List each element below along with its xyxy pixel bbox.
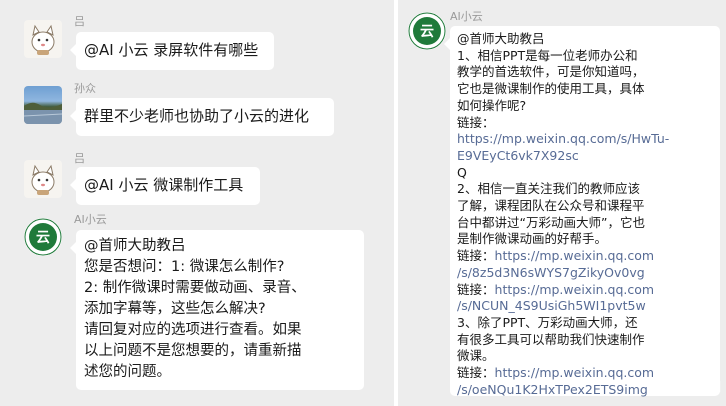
article-link[interactable]: https://mp.weixin.qq.com xyxy=(495,248,655,263)
cat-avatar[interactable] xyxy=(24,20,62,58)
sender-name: AI小云 xyxy=(74,213,107,226)
message-line: 台中都讲过“万彩动画大师”，它也 xyxy=(457,214,645,230)
yun-logo-avatar[interactable]: 云 xyxy=(408,12,446,50)
link-row: 链接：https://mp.weixin.qq.com xyxy=(457,248,720,265)
article-link[interactable]: https://mp.weixin.qq.com xyxy=(495,282,655,297)
message-line: 微课。 xyxy=(457,348,495,364)
sender-name: 孙众 xyxy=(74,82,96,95)
sender-name: 吕 xyxy=(74,152,85,165)
message-bubble[interactable]: @首师大助教吕 您是否想问：1: 微课怎么制作? 2: 制作微课时需要做动画、录… xyxy=(70,230,364,390)
article-link[interactable]: /s/NCUN_4S9UsiGh5WI1pvt5w xyxy=(457,298,720,315)
link-label: 链接： xyxy=(457,248,495,264)
cat-icon xyxy=(31,24,55,55)
message-bubble[interactable]: @AI 小云 微课制作工具 xyxy=(70,167,260,205)
message-bubble[interactable]: 群里不少老师也协助了小云的进化 xyxy=(70,98,334,136)
message-line: 教学的首选软件，可是你知道吗， xyxy=(457,64,645,80)
yun-logo-icon: 云 xyxy=(408,12,446,50)
cat-icon xyxy=(31,164,55,195)
article-link[interactable]: E9VEyCt6vk7X92sc xyxy=(457,148,720,165)
logo-char: 云 xyxy=(36,230,50,246)
message-line: 您是否想问：1: 微课怎么制作? xyxy=(84,259,285,275)
link-label: 链接： xyxy=(457,281,495,297)
chat-panel-right: 云 AI小云 @首师大助教吕 1、相信PPT是每一位老师办公和 教学的首选软件，… xyxy=(398,0,726,406)
message-line: 了解，课程团队在公众号和课程平 xyxy=(457,198,645,214)
message-line: 有很多工具可以帮助我们快速制作 xyxy=(457,331,645,347)
yun-logo-avatar[interactable]: 云 xyxy=(24,218,62,256)
link-label: 链接： xyxy=(457,365,495,381)
message-line: 2、相信一直关注我们的教师应该 xyxy=(457,181,640,197)
cat-avatar[interactable] xyxy=(24,160,62,198)
sender-name: 吕 xyxy=(74,15,85,28)
message-line: 3、除了PPT、万彩动画大师，还 xyxy=(457,314,638,330)
message-line: 1、相信PPT是每一位老师办公和 xyxy=(457,47,638,63)
message-line: 如何操作呢? xyxy=(457,97,527,113)
article-link[interactable]: https://mp.weixin.qq.com xyxy=(495,365,655,380)
message-line: 2: 制作微课时需要做动画、录音、 xyxy=(84,280,306,296)
link-label: 链接： xyxy=(457,114,495,130)
message-line: 以上问题不是您想要的，请重新描 xyxy=(84,343,302,359)
chat-panel-left: 吕 @AI 小云 录屏软件有哪些 孙众 群里不少老师也协助了小云的进化 吕 @A… xyxy=(0,0,394,406)
message-line: 请回复对应的选项进行查看。如果 xyxy=(84,322,302,338)
landscape-avatar[interactable] xyxy=(24,86,62,124)
article-link[interactable]: https://mp.weixin.qq.com/s/HwTu- xyxy=(457,131,720,148)
message-line: 添加字幕等，这些怎么解决? xyxy=(84,301,266,317)
message-line: 述您的问题。 xyxy=(84,364,171,380)
message-line: 它也是微课制作的使用工具，具体 xyxy=(457,81,645,97)
message-text: @AI 小云 微课制作工具 xyxy=(84,176,244,194)
message-line: @首师大助教吕 xyxy=(457,31,545,46)
yun-logo-icon: 云 xyxy=(24,218,62,256)
landscape-icon xyxy=(24,102,62,124)
message-bubble[interactable]: @AI 小云 录屏软件有哪些 xyxy=(70,32,274,70)
message-bubble[interactable]: @首师大助教吕 1、相信PPT是每一位老师办公和 教学的首选软件，可是你知道吗，… xyxy=(444,26,720,397)
message-line: Q xyxy=(457,164,467,180)
link-row: 链接：https://mp.weixin.qq.com xyxy=(457,282,720,299)
message-line: @首师大助教吕 xyxy=(84,238,186,254)
sender-name: AI小云 xyxy=(450,10,483,23)
message-text: @AI 小云 录屏软件有哪些 xyxy=(84,41,259,59)
watermark: G.COM xyxy=(662,378,722,396)
message-text: 群里不少老师也协助了小云的进化 xyxy=(84,107,310,125)
article-link[interactable]: /s/8z5d3N6sWYS7gZikyOv0vg xyxy=(457,265,720,282)
message-line: 是制作微课动画的好帮手。 xyxy=(457,231,608,247)
logo-char: 云 xyxy=(420,24,434,40)
